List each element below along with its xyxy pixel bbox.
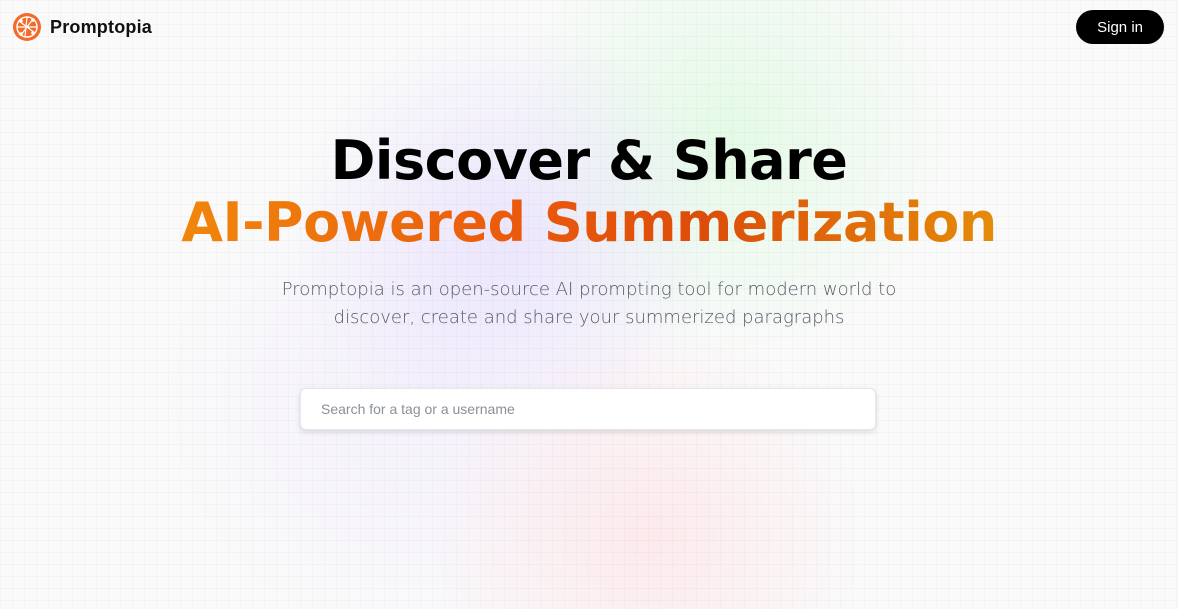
search-form [300, 388, 876, 430]
hero-heading-line2: AI-Powered Summerization [0, 192, 1178, 254]
search-input[interactable] [300, 388, 876, 430]
hero-heading: Discover & Share AI-Powered Summerizatio… [0, 130, 1178, 254]
sign-in-button[interactable]: Sign in [1076, 10, 1164, 44]
hero-heading-line1: Discover & Share [330, 129, 848, 192]
brand[interactable]: Promptopia [12, 12, 152, 42]
top-nav: Promptopia Sign in [0, 0, 1178, 54]
brand-name: Promptopia [50, 16, 153, 37]
hero-section: Discover & Share AI-Powered Summerizatio… [0, 130, 1178, 332]
promptopia-logo-icon [13, 13, 41, 41]
hero-description: Promptopia is an open-source AI promptin… [281, 279, 897, 328]
